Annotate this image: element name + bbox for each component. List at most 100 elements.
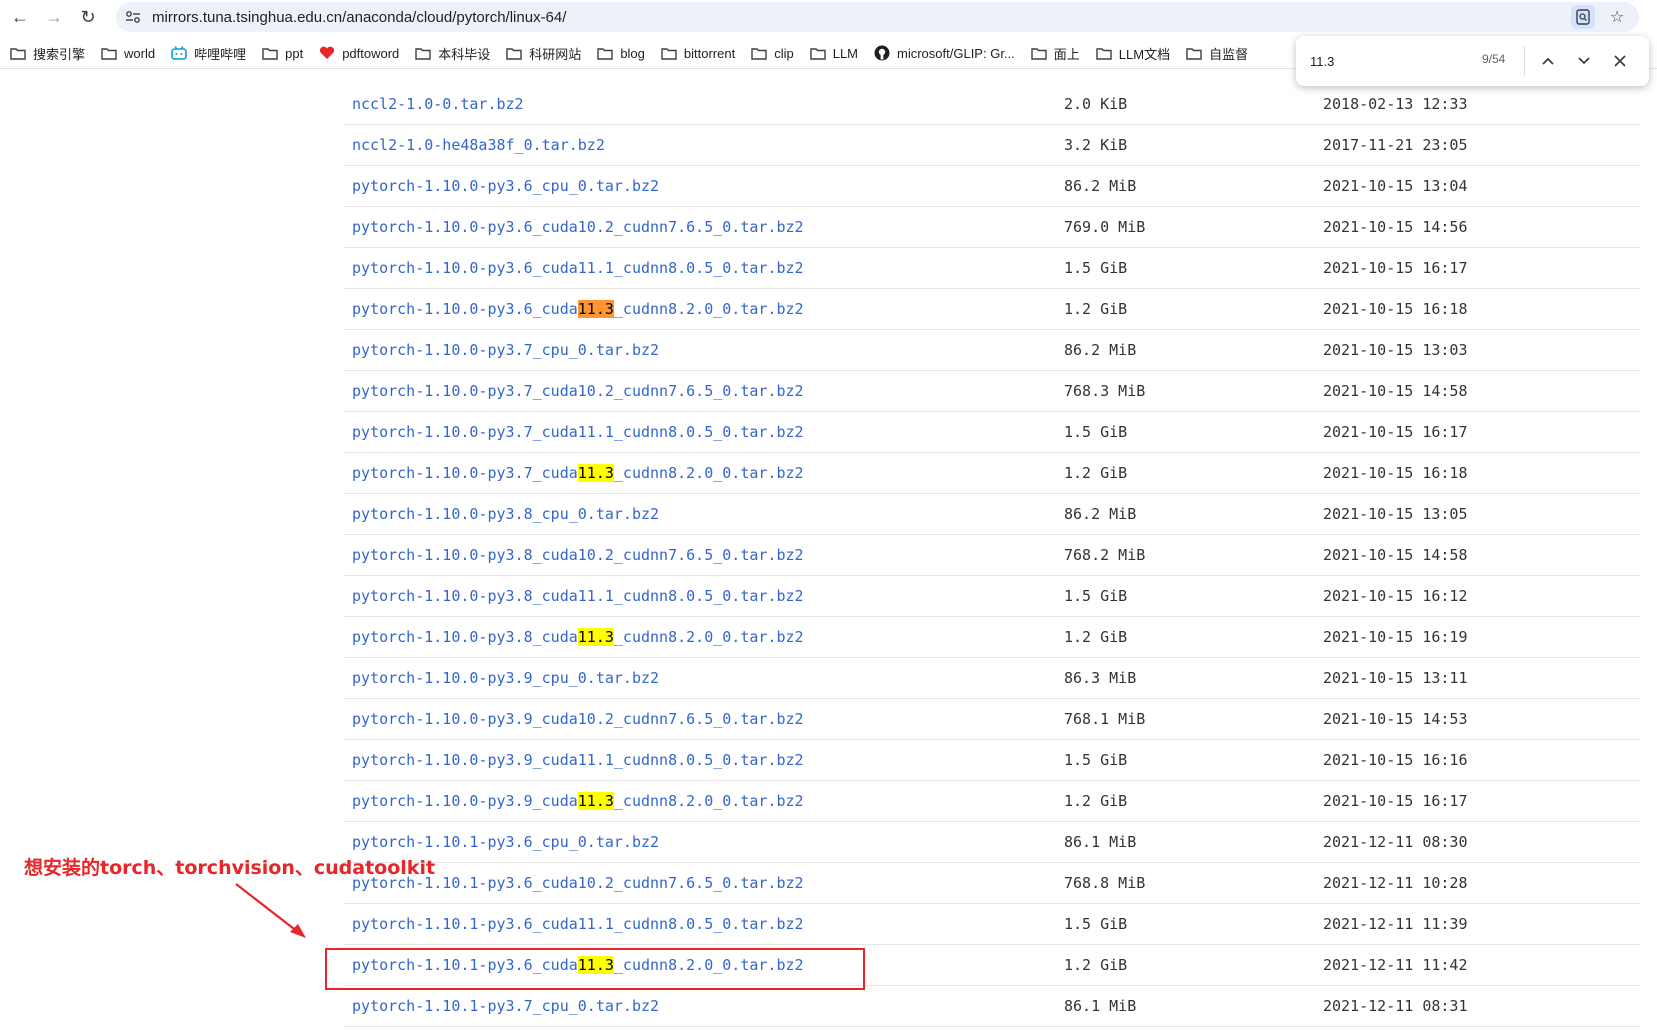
folder-icon	[101, 46, 117, 60]
file-size: 768.1 MiB	[1064, 710, 1146, 728]
table-row: pytorch-1.10.0-py3.6_cuda11.3_cudnn8.2.0…	[344, 289, 1640, 330]
table-row: pytorch-1.10.0-py3.6_cuda11.1_cudnn8.0.5…	[344, 248, 1640, 289]
bookmark-item[interactable]: 哔哩哔哩	[171, 44, 246, 63]
file-link[interactable]: pytorch-1.10.0-py3.9_cuda10.2_cudnn7.6.5…	[352, 710, 804, 728]
reload-icon[interactable]: ↻	[74, 3, 102, 31]
chevron-down-icon[interactable]	[1572, 49, 1596, 73]
address-bar[interactable]: mirrors.tuna.tsinghua.edu.cn/anaconda/cl…	[116, 2, 1639, 32]
bookmark-label: 面上	[1053, 46, 1080, 62]
file-name-text: pytorch-1.10.0-py3.9_cuda10.2_cudnn7.6.5…	[352, 710, 804, 728]
file-link[interactable]: pytorch-1.10.0-py3.7_cpu_0.tar.bz2	[352, 341, 659, 359]
file-size: 86.1 MiB	[1064, 833, 1137, 851]
file-link[interactable]: pytorch-1.10.0-py3.9_cuda11.1_cudnn8.0.5…	[352, 751, 804, 769]
find-input[interactable]: 11.3	[1310, 54, 1460, 69]
table-row: pytorch-1.10.0-py3.9_cuda10.2_cudnn7.6.5…	[344, 699, 1640, 740]
file-link[interactable]: pytorch-1.10.0-py3.7_cuda11.1_cudnn8.0.5…	[352, 423, 804, 441]
bookmark-item[interactable]: 搜索引擎	[10, 44, 85, 63]
file-link[interactable]: pytorch-1.10.0-py3.6_cuda11.1_cudnn8.0.5…	[352, 259, 804, 277]
bookmark-label: microsoft/GLIP: Gr...	[897, 45, 1015, 61]
file-size: 768.8 MiB	[1064, 874, 1146, 892]
file-link[interactable]: pytorch-1.10.1-py3.6_cpu_0.tar.bz2	[352, 833, 659, 851]
folder-icon	[1186, 46, 1202, 60]
table-row: pytorch-1.10.1-py3.6_cuda10.2_cudnn7.6.5…	[344, 863, 1640, 904]
folder-icon	[661, 46, 677, 60]
find-page-icon[interactable]	[1571, 5, 1595, 29]
table-row: pytorch-1.10.0-py3.9_cuda11.1_cudnn8.0.5…	[344, 740, 1640, 781]
file-listing: nccl2-1.0-0.tar.bz2 2.0 KiB 2018-02-13 12:…	[344, 84, 1640, 1027]
github-icon	[874, 45, 890, 61]
file-date: 2021-12-11 08:31	[1323, 997, 1468, 1015]
table-row: pytorch-1.10.0-py3.7_cuda11.3_cudnn8.2.0…	[344, 453, 1640, 494]
table-row: pytorch-1.10.1-py3.7_cpu_0.tar.bz2 86.1 M…	[344, 986, 1640, 1027]
table-row: pytorch-1.10.1-py3.6_cuda11.1_cudnn8.0.5…	[344, 904, 1640, 945]
file-link[interactable]: pytorch-1.10.0-py3.6_cuda10.2_cudnn7.6.5…	[352, 218, 804, 236]
back-icon[interactable]: ←	[6, 3, 34, 31]
site-info-icon[interactable]	[122, 6, 144, 28]
file-size: 1.5 GiB	[1064, 587, 1128, 605]
file-name-text: pytorch-1.10.0-py3.8_cpu_0.tar.bz2	[352, 505, 660, 523]
forward-icon[interactable]: →	[40, 3, 68, 31]
bookmark-item[interactable]: 自监督	[1186, 44, 1248, 63]
file-link[interactable]: pytorch-1.10.0-py3.7_cuda11.3_cudnn8.2.0…	[352, 464, 804, 482]
table-row: pytorch-1.10.0-py3.8_cuda11.3_cudnn8.2.0…	[344, 617, 1640, 658]
find-result-count: 9/54	[1482, 52, 1506, 66]
file-size: 1.2 GiB	[1064, 792, 1128, 810]
bookmark-item[interactable]: clip	[751, 46, 794, 61]
file-link[interactable]: nccl2-1.0-0.tar.bz2	[352, 95, 524, 113]
bookmark-label: 自监督	[1209, 46, 1249, 62]
file-link[interactable]: pytorch-1.10.0-py3.8_cuda11.1_cudnn8.0.5…	[352, 587, 804, 605]
file-link[interactable]: pytorch-1.10.0-py3.7_cuda10.2_cudnn7.6.5…	[352, 382, 804, 400]
bookmark-item[interactable]: LLM文档	[1096, 44, 1170, 63]
bookmark-item[interactable]: pdftoword	[319, 46, 399, 61]
bookmark-item[interactable]: ppt	[262, 46, 303, 61]
file-name-text: nccl2-1.0-he48a38f_0.tar.bz2	[352, 136, 605, 154]
file-size: 1.5 GiB	[1064, 751, 1128, 769]
file-link[interactable]: nccl2-1.0-he48a38f_0.tar.bz2	[352, 136, 605, 154]
file-link[interactable]: pytorch-1.10.0-py3.8_cuda10.2_cudnn7.6.5…	[352, 546, 804, 564]
bookmark-star-icon[interactable]: ☆	[1605, 5, 1629, 29]
file-link[interactable]: pytorch-1.10.0-py3.8_cpu_0.tar.bz2	[352, 505, 659, 523]
file-name-text: pytorch-1.10.0-py3.7_cuda	[352, 464, 578, 482]
table-row: pytorch-1.10.0-py3.7_cuda11.1_cudnn8.0.5…	[344, 412, 1640, 453]
file-name-text: _cudnn8.2.0_0.tar.bz2	[613, 300, 804, 318]
file-date: 2021-10-15 14:58	[1323, 546, 1468, 564]
file-size: 769.0 MiB	[1064, 218, 1146, 236]
file-link[interactable]: pytorch-1.10.0-py3.6_cuda11.3_cudnn8.2.0…	[352, 300, 804, 318]
file-link[interactable]: pytorch-1.10.0-py3.6_cpu_0.tar.bz2	[352, 177, 659, 195]
file-name-text: pytorch-1.10.0-py3.9_cuda11.1_cudnn8.0.5…	[352, 751, 804, 769]
chevron-up-icon[interactable]	[1536, 49, 1560, 73]
file-size: 1.5 GiB	[1064, 259, 1128, 277]
file-name-text: pytorch-1.10.1-py3.6_cpu_0.tar.bz2	[352, 833, 660, 851]
bookmark-item[interactable]: world	[101, 46, 155, 61]
file-date: 2021-10-15 16:17	[1323, 423, 1468, 441]
file-size: 768.3 MiB	[1064, 382, 1146, 400]
url-text[interactable]: mirrors.tuna.tsinghua.edu.cn/anaconda/cl…	[152, 9, 566, 26]
file-date: 2021-10-15 16:19	[1323, 628, 1468, 646]
file-size: 2.0 KiB	[1064, 95, 1128, 113]
bookmark-item[interactable]: blog	[597, 46, 645, 61]
file-date: 2021-10-15 16:18	[1323, 300, 1468, 318]
folder-icon	[262, 46, 278, 60]
file-link[interactable]: pytorch-1.10.0-py3.8_cuda11.3_cudnn8.2.0…	[352, 628, 804, 646]
bookmark-item[interactable]: 科研网站	[506, 44, 581, 63]
file-link[interactable]: pytorch-1.10.0-py3.9_cpu_0.tar.bz2	[352, 669, 659, 687]
file-link[interactable]: pytorch-1.10.1-py3.6_cuda11.1_cudnn8.0.5…	[352, 915, 804, 933]
bookmark-item[interactable]: LLM	[810, 46, 858, 61]
file-link[interactable]: pytorch-1.10.1-py3.7_cpu_0.tar.bz2	[352, 997, 659, 1015]
file-name-text: _cudnn8.2.0_0.tar.bz2	[613, 792, 804, 810]
file-date: 2021-10-15 13:11	[1323, 669, 1468, 687]
table-row: pytorch-1.10.0-py3.9_cpu_0.tar.bz2 86.3 M…	[344, 658, 1640, 699]
folder-icon	[506, 46, 522, 60]
bookmark-item[interactable]: microsoft/GLIP: Gr...	[874, 45, 1015, 61]
folder-icon	[1096, 46, 1112, 60]
close-icon[interactable]	[1608, 49, 1632, 73]
bookmark-item[interactable]: 面上	[1031, 44, 1080, 63]
bookmark-item[interactable]: bittorrent	[661, 46, 735, 61]
file-date: 2018-02-13 12:33	[1323, 95, 1468, 113]
bookmark-label: 科研网站	[529, 46, 582, 62]
file-link[interactable]: pytorch-1.10.0-py3.9_cuda11.3_cudnn8.2.0…	[352, 792, 804, 810]
bookmark-label: ppt	[285, 45, 304, 61]
file-name-text: pytorch-1.10.0-py3.8_cuda10.2_cudnn7.6.5…	[352, 546, 804, 564]
bookmark-item[interactable]: 本科毕设	[415, 44, 490, 63]
bookmark-label: pdftoword	[342, 45, 400, 61]
